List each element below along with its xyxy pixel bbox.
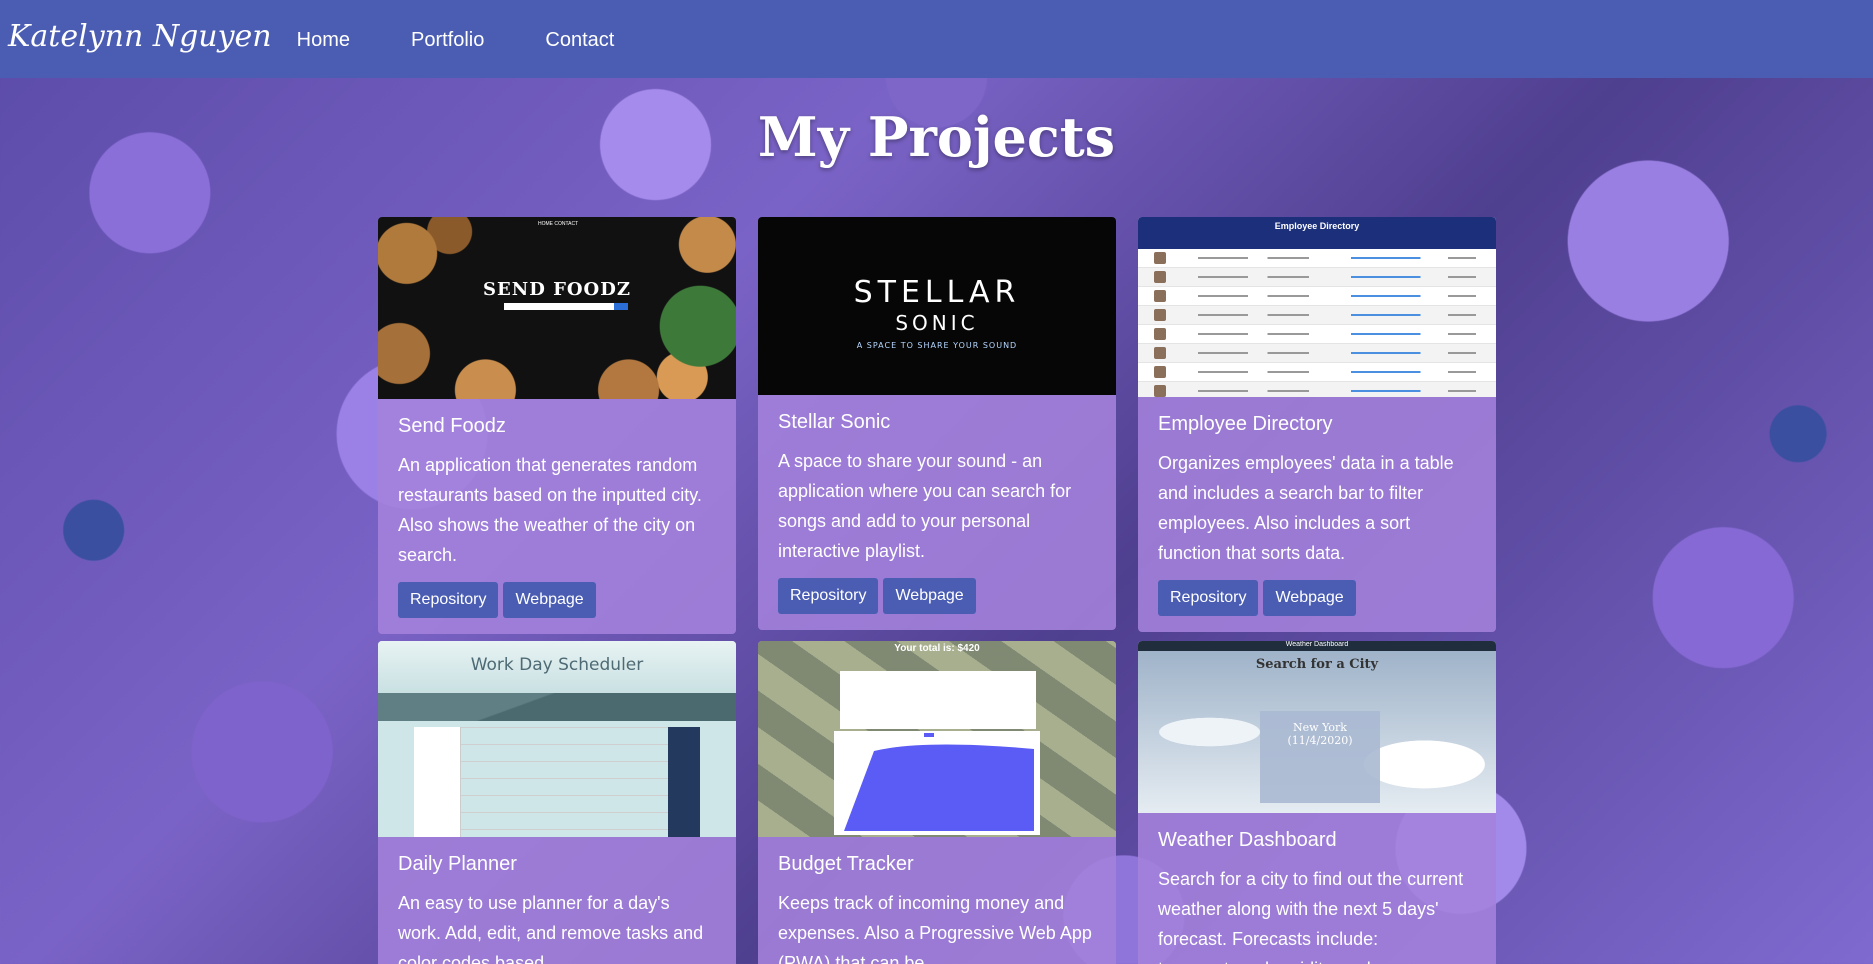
repository-button[interactable]: Repository: [1158, 580, 1259, 616]
thumbnail-header: Employee Directory: [1138, 217, 1496, 249]
project-description: A space to share your sound - an applica…: [778, 451, 1072, 561]
webpage-button[interactable]: Webpage: [883, 578, 976, 614]
nav-link-portfolio[interactable]: Portfolio: [411, 29, 484, 52]
thumbnail-title: STELLAR: [853, 275, 1021, 310]
project-card-weather-dashboard: Weather Dashboard Search for a City New …: [1138, 641, 1496, 964]
thumbnail-tagline: A SPACE TO SHARE YOUR SOUND: [856, 341, 1018, 350]
nav-link-contact[interactable]: Contact: [545, 29, 614, 52]
project-title: Weather Dashboard: [1158, 829, 1337, 851]
thumbnail-title: Your total is: $420: [894, 643, 980, 654]
thumbnail-title: Work Day Scheduler: [470, 655, 644, 675]
brand-name[interactable]: Katelynn Nguyen: [8, 19, 272, 54]
project-title: Send Foodz: [398, 415, 506, 437]
project-card-send-foodz: HOME CONTACT SEND FOODZ Send Foodz An ap…: [378, 217, 736, 634]
thumbnail-title: Search for a City: [1255, 657, 1379, 672]
project-thumbnail: Employee Directory: [1138, 217, 1496, 397]
thumbnail-subtitle: SONIC: [895, 311, 979, 335]
page-title: My Projects: [757, 105, 1116, 169]
project-description: Organizes employees' data in a table and…: [1158, 453, 1454, 563]
repository-button[interactable]: Repository: [398, 582, 499, 618]
project-description: An easy to use planner for a day's work.…: [398, 893, 704, 964]
project-thumbnail: Work Day Scheduler: [378, 641, 736, 837]
project-thumbnail: Your total is: $420: [758, 641, 1116, 837]
thumbnail-topbar: Weather Dashboard: [1138, 641, 1496, 651]
project-card-stellar-sonic: STELLAR SONIC A SPACE TO SHARE YOUR SOUN…: [758, 217, 1116, 630]
project-thumbnail: Weather Dashboard Search for a City New …: [1138, 641, 1496, 813]
project-description: An application that generates random res…: [398, 455, 702, 565]
project-description: Keeps track of incoming money and expens…: [778, 893, 1092, 964]
project-thumbnail: STELLAR SONIC A SPACE TO SHARE YOUR SOUN…: [758, 217, 1116, 395]
project-thumbnail: HOME CONTACT SEND FOODZ: [378, 217, 736, 399]
project-card-employee-directory: Employee Directory Employee Directory Or…: [1138, 217, 1496, 632]
project-title: Stellar Sonic: [778, 411, 891, 433]
nav-link-home[interactable]: Home: [297, 29, 350, 52]
thumbnail-city: New York (11/4/2020): [1287, 721, 1353, 747]
project-title: Budget Tracker: [778, 853, 914, 875]
project-title: Daily Planner: [398, 853, 517, 875]
repository-button[interactable]: Repository: [778, 578, 879, 614]
project-description: Search for a city to find out the curren…: [1158, 869, 1464, 964]
thumbnail-title: SEND FOODZ: [483, 279, 631, 300]
project-title: Employee Directory: [1158, 413, 1333, 435]
project-card-budget-tracker: Your total is: $420 Budget Tracker Keeps…: [758, 641, 1116, 964]
webpage-button[interactable]: Webpage: [1263, 580, 1356, 616]
webpage-button[interactable]: Webpage: [503, 582, 596, 618]
project-card-daily-planner: Work Day Scheduler Daily Planner An easy…: [378, 641, 736, 964]
navbar: Katelynn Nguyen Home Portfolio Contact: [0, 0, 1873, 78]
thumbnail-menu-text: HOME CONTACT: [538, 221, 579, 227]
